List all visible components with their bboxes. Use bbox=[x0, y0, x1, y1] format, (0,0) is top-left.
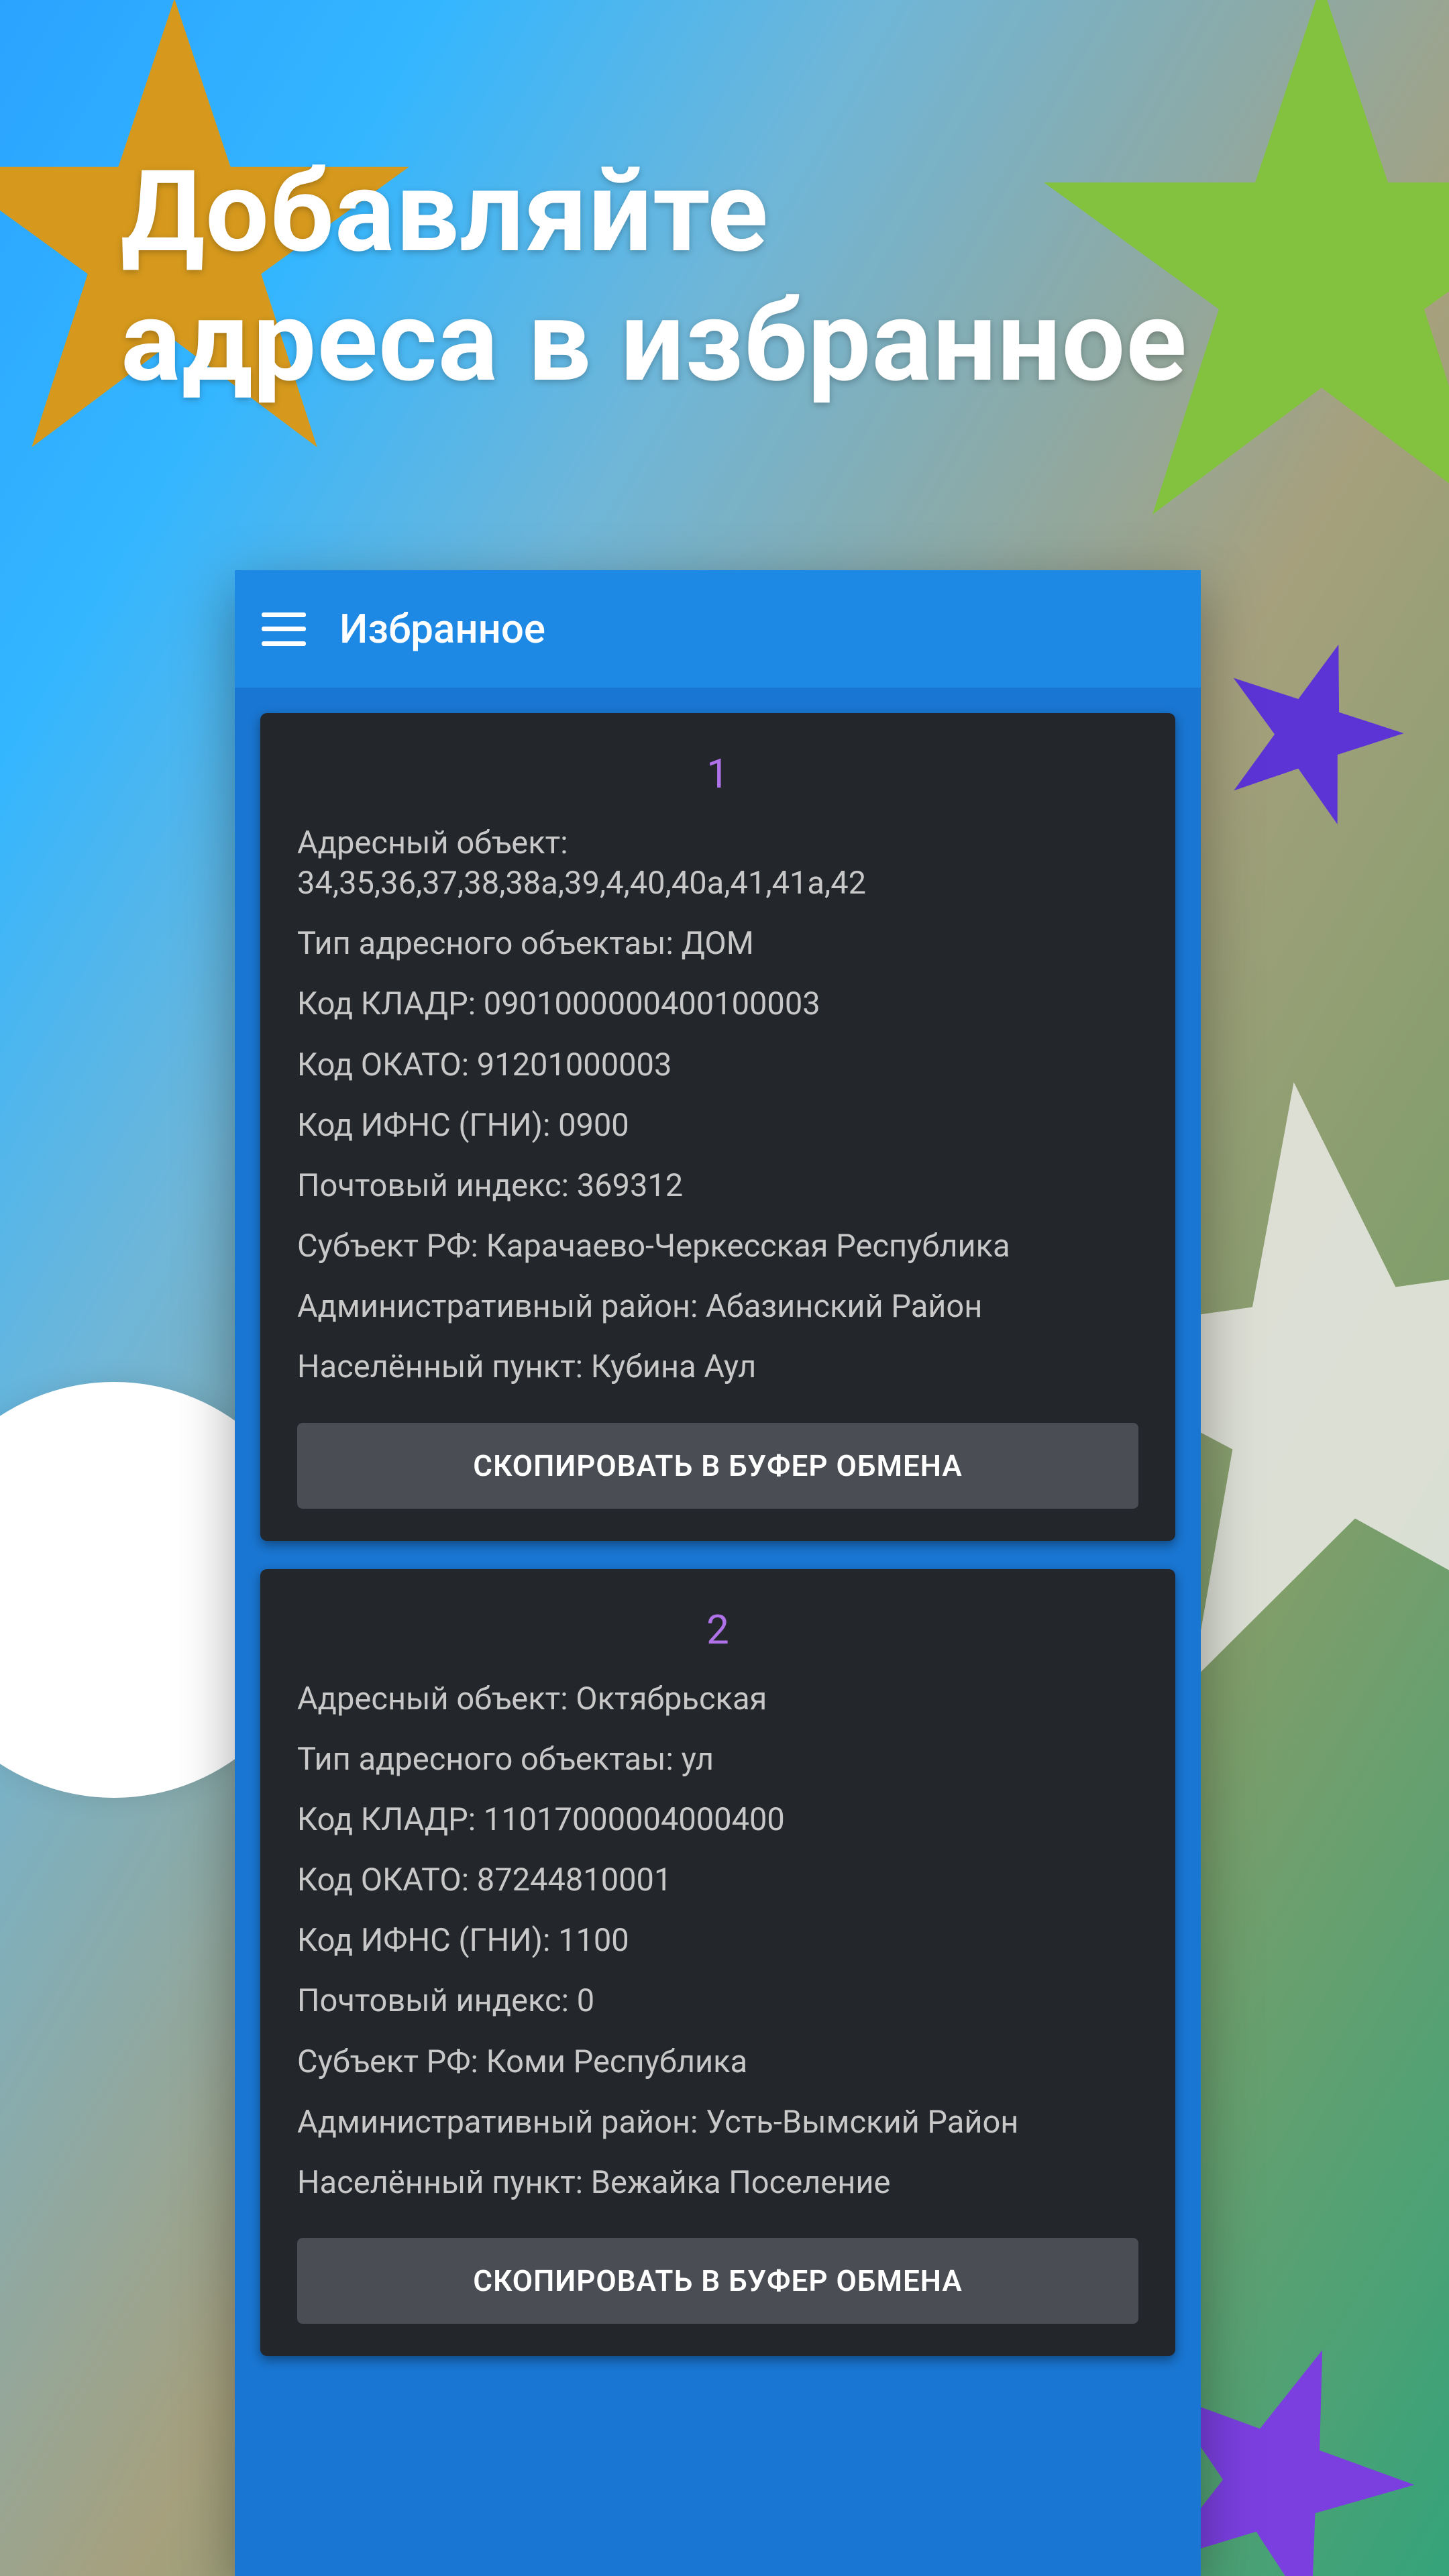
field-address-object: Адресный объект: Октябрьская bbox=[297, 1679, 1138, 1719]
field-admin: Административный район: Усть-Вымский Рай… bbox=[297, 2102, 1138, 2143]
card-number: 1 bbox=[297, 750, 1138, 798]
field-kladr: Код КЛАДР: 11017000004000400 bbox=[297, 1800, 1138, 1840]
promo-background: Добавляйте адреса в избранное Избранное … bbox=[0, 0, 1449, 2576]
field-address-object: Адресный объект: 34,35,36,37,38,38а,39,4… bbox=[297, 823, 1138, 904]
favorite-card: 2 Адресный объект: Октябрьская Тип адрес… bbox=[260, 1569, 1175, 2356]
field-kladr: Код КЛАДР: 0901000000400100003 bbox=[297, 984, 1138, 1024]
field-locality: Населённый пункт: Вежайка Поселение bbox=[297, 2163, 1138, 2203]
favorite-card: 1 Адресный объект: 34,35,36,37,38,38а,39… bbox=[260, 713, 1175, 1541]
field-okato: Код ОКАТО: 91201000003 bbox=[297, 1045, 1138, 1085]
field-okato: Код ОКАТО: 87244810001 bbox=[297, 1860, 1138, 1900]
field-admin: Административный район: Абазинский Район bbox=[297, 1287, 1138, 1327]
copy-button[interactable]: СКОПИРОВАТЬ В БУФЕР ОБМЕНА bbox=[297, 2238, 1138, 2324]
headline-line: адреса в избранное bbox=[121, 277, 1187, 407]
field-ifns: Код ИФНС (ГНИ): 0900 bbox=[297, 1106, 1138, 1146]
field-postal: Почтовый индекс: 369312 bbox=[297, 1166, 1138, 1206]
field-type: Тип адресного объектаы: ДОМ bbox=[297, 924, 1138, 964]
card-number: 2 bbox=[297, 1606, 1138, 1654]
app-screen: Избранное 1 Адресный объект: 34,35,36,37… bbox=[235, 570, 1201, 2576]
page-title: Избранное bbox=[339, 605, 545, 653]
menu-icon[interactable] bbox=[262, 612, 306, 646]
promo-headline: Добавляйте адреса в избранное bbox=[121, 148, 1187, 407]
field-ifns: Код ИФНС (ГНИ): 1100 bbox=[297, 1921, 1138, 1961]
arc-decoration bbox=[0, 2389, 201, 2576]
field-subject: Субъект РФ: Коми Республика bbox=[297, 2042, 1138, 2082]
field-type: Тип адресного объектаы: ул bbox=[297, 1739, 1138, 1780]
field-subject: Субъект РФ: Карачаево-Черкесская Республ… bbox=[297, 1226, 1138, 1267]
field-locality: Населённый пункт: Кубина Аул bbox=[297, 1347, 1138, 1387]
app-bar: Избранное bbox=[235, 570, 1201, 688]
field-postal: Почтовый индекс: 0 bbox=[297, 1981, 1138, 2021]
star-icon bbox=[1189, 605, 1434, 850]
copy-button[interactable]: СКОПИРОВАТЬ В БУФЕР ОБМЕНА bbox=[297, 1423, 1138, 1509]
favorites-list: 1 Адресный объект: 34,35,36,37,38,38а,39… bbox=[235, 688, 1201, 2381]
headline-line: Добавляйте bbox=[121, 148, 1187, 277]
